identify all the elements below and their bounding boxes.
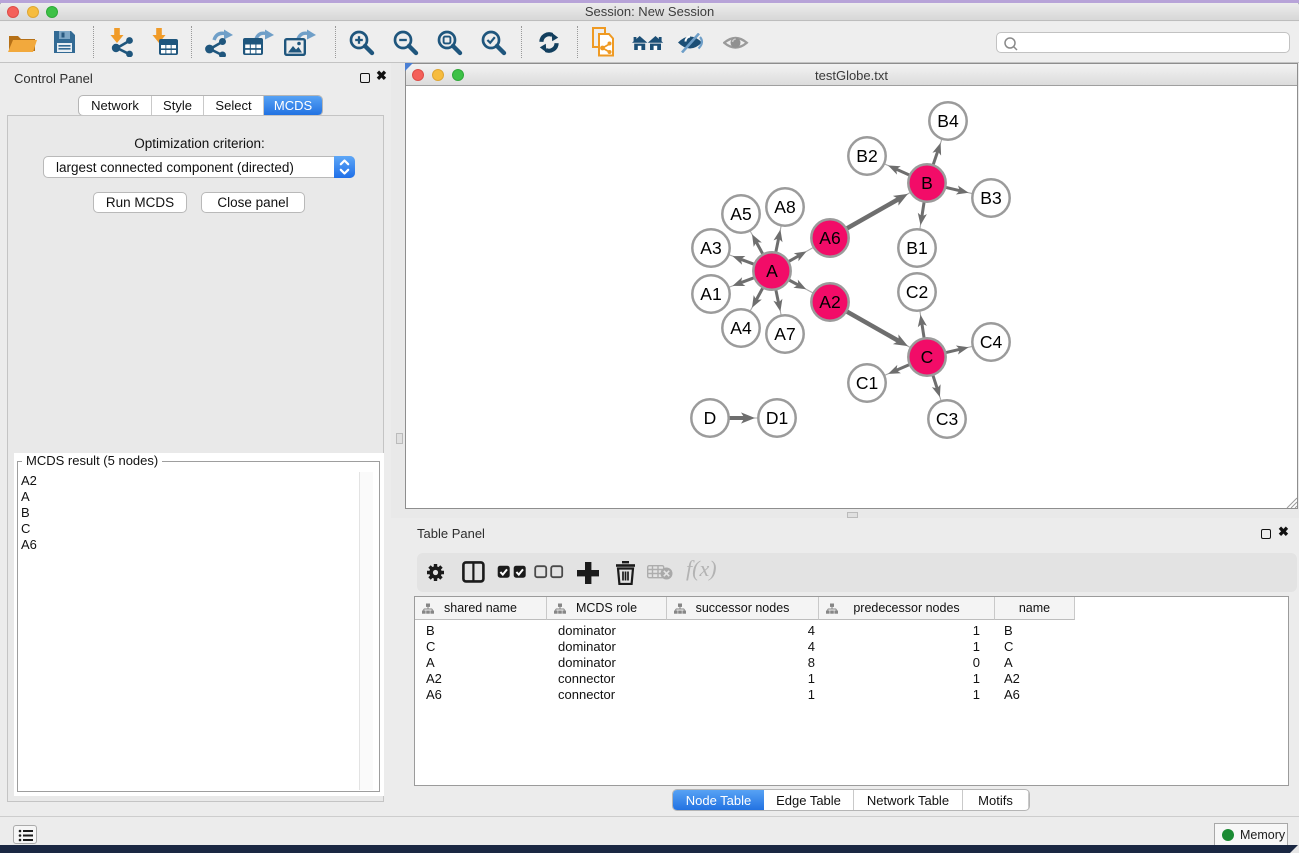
svg-text:B1: B1 [906, 238, 927, 258]
svg-text:A: A [766, 261, 778, 281]
svg-text:C3: C3 [936, 409, 958, 429]
svg-text:A4: A4 [730, 318, 752, 338]
svg-text:A8: A8 [774, 197, 795, 217]
svg-text:D: D [704, 408, 717, 428]
svg-text:A3: A3 [700, 238, 721, 258]
svg-text:B4: B4 [937, 111, 959, 131]
svg-text:B2: B2 [856, 146, 877, 166]
svg-text:B3: B3 [980, 188, 1001, 208]
svg-text:A7: A7 [774, 324, 795, 344]
svg-text:C: C [921, 347, 934, 367]
svg-text:C2: C2 [906, 282, 928, 302]
svg-text:B: B [921, 173, 933, 193]
svg-text:C4: C4 [980, 332, 1003, 352]
svg-text:A5: A5 [730, 204, 751, 224]
svg-text:A1: A1 [700, 284, 721, 304]
svg-text:D1: D1 [766, 408, 788, 428]
svg-text:A6: A6 [819, 228, 840, 248]
svg-text:A2: A2 [819, 292, 840, 312]
svg-text:C1: C1 [856, 373, 878, 393]
